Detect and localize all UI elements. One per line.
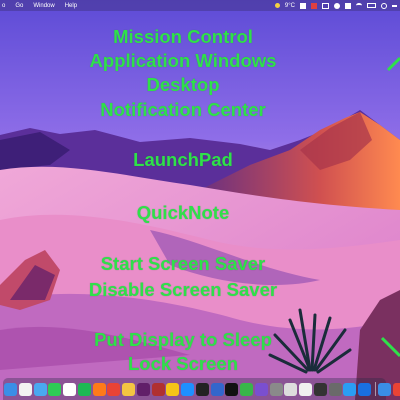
terminal-icon[interactable] xyxy=(225,382,239,396)
menu-bar-status-area: 9°C xyxy=(274,0,397,11)
status-app-icon[interactable] xyxy=(334,2,340,9)
label-launchpad: LaunchPad xyxy=(133,149,233,170)
firefox-icon[interactable] xyxy=(92,382,106,396)
label-desktop: Desktop xyxy=(146,74,220,95)
weather-icon[interactable] xyxy=(274,3,280,8)
label-mission-control: Mission Control xyxy=(113,26,253,47)
settings-icon[interactable] xyxy=(269,382,283,396)
photos-icon[interactable] xyxy=(122,382,135,396)
dock xyxy=(3,378,400,400)
desktop[interactable]: o Go Window Help 9°C Mission Control App… xyxy=(0,0,400,400)
label-put-display-to-sleep: Put Display to Sleep xyxy=(94,329,272,350)
tes-icon[interactable] xyxy=(151,382,165,396)
green-app-icon[interactable] xyxy=(240,382,253,396)
mail-icon[interactable] xyxy=(33,382,47,396)
dark-app-icon[interactable] xyxy=(313,382,327,396)
messages-icon[interactable] xyxy=(48,382,62,396)
safari-icon[interactable] xyxy=(343,382,357,396)
label-disable-screen-saver: Disable Screen Saver xyxy=(88,279,278,300)
label-quicknote: QuickNote xyxy=(136,202,230,223)
wifi-icon[interactable] xyxy=(356,3,362,8)
control-center-icon[interactable] xyxy=(392,4,397,7)
status-app-icon[interactable] xyxy=(311,2,317,9)
media-app-icon[interactable] xyxy=(328,382,342,396)
status-app-icon[interactable] xyxy=(345,2,351,9)
temperature-label[interactable]: 9°C xyxy=(285,3,295,9)
gmail-icon[interactable] xyxy=(392,382,400,396)
finder-icon[interactable] xyxy=(4,382,17,396)
status-app-icon[interactable] xyxy=(322,2,329,9)
battery-icon[interactable] xyxy=(367,3,376,8)
textedit-icon[interactable] xyxy=(284,382,298,396)
butterfly-icon[interactable] xyxy=(166,382,180,396)
search-icon[interactable] xyxy=(381,2,387,9)
reminders-icon[interactable] xyxy=(18,382,32,396)
obs-icon[interactable] xyxy=(195,382,209,396)
menu-apple[interactable]: o xyxy=(2,3,5,9)
calendar-icon[interactable] xyxy=(63,382,76,396)
menu-window[interactable]: Window xyxy=(33,3,54,9)
dock-separator xyxy=(374,382,376,396)
menu-go[interactable]: Go xyxy=(15,3,23,9)
label-start-screen-saver: Start Screen Saver xyxy=(100,253,266,274)
label-lock-screen: Lock Screen xyxy=(127,353,239,374)
menu-help[interactable]: Help xyxy=(65,3,77,9)
dot-app-icon[interactable] xyxy=(210,382,224,396)
qr-app-icon[interactable] xyxy=(299,382,312,396)
spotify-icon[interactable] xyxy=(77,382,91,396)
app-store-icon[interactable] xyxy=(181,382,194,396)
label-notification-center: Notification Center xyxy=(100,99,266,120)
xcode-icon[interactable] xyxy=(358,382,371,396)
status-app-icon[interactable] xyxy=(300,2,306,9)
grid-app-icon[interactable] xyxy=(254,382,268,396)
slack-icon[interactable] xyxy=(136,382,150,396)
label-application-windows: Application Windows xyxy=(89,50,277,71)
chrome-icon[interactable] xyxy=(107,382,121,396)
scissors-icon[interactable] xyxy=(377,382,391,396)
